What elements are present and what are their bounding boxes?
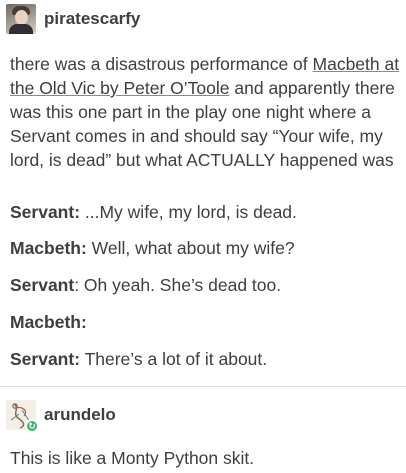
reblog-badge-icon: ↻ <box>25 419 39 433</box>
reply-header: ↻ arundelo <box>6 400 116 433</box>
dialogue-speaker: Servant: <box>10 202 81 222</box>
reply-username[interactable]: arundelo <box>44 405 116 425</box>
dialogue-speaker: Macbeth: <box>10 312 87 332</box>
post-header: piratescarfy <box>6 4 140 34</box>
avatar-coat <box>9 24 33 34</box>
post-intro-text: there was a disastrous performance of Ma… <box>10 52 402 172</box>
dialogue-speaker: Servant: <box>10 349 81 369</box>
avatar-face <box>15 10 28 25</box>
reply-text: This is like a Monty Python skit. <box>10 448 255 468</box>
arundelo-avatar[interactable]: ↻ <box>6 400 39 433</box>
dialogue-text: ...My wife, my lord, is dead. <box>80 202 297 222</box>
dialogue-text: There’s a lot of it about. <box>80 349 268 369</box>
dialogue-speaker: Macbeth: <box>10 238 87 258</box>
dialogue-line: Servant: There’s a lot of it about. <box>10 347 267 371</box>
piratescarfy-avatar[interactable] <box>6 4 36 34</box>
dialogue-line: Servant: ...My wife, my lord, is dead. <box>10 200 297 224</box>
dialogue-speaker: Servant <box>10 275 75 295</box>
dialogue-text: Well, what about my wife? <box>86 238 295 258</box>
intro-text-start: there was a disastrous performance of <box>10 54 313 74</box>
post-divider <box>0 386 406 387</box>
original-post: piratescarfy there was a disastrous perf… <box>0 0 406 386</box>
dialogue-text: : Oh yeah. She’s dead too. <box>74 275 282 295</box>
dialogue-line: Macbeth: <box>10 310 87 334</box>
dialogue-line: Servant: Oh yeah. She’s dead too. <box>10 273 281 297</box>
dialogue-line: Macbeth: Well, what about my wife? <box>10 236 295 260</box>
post-username[interactable]: piratescarfy <box>44 9 140 29</box>
